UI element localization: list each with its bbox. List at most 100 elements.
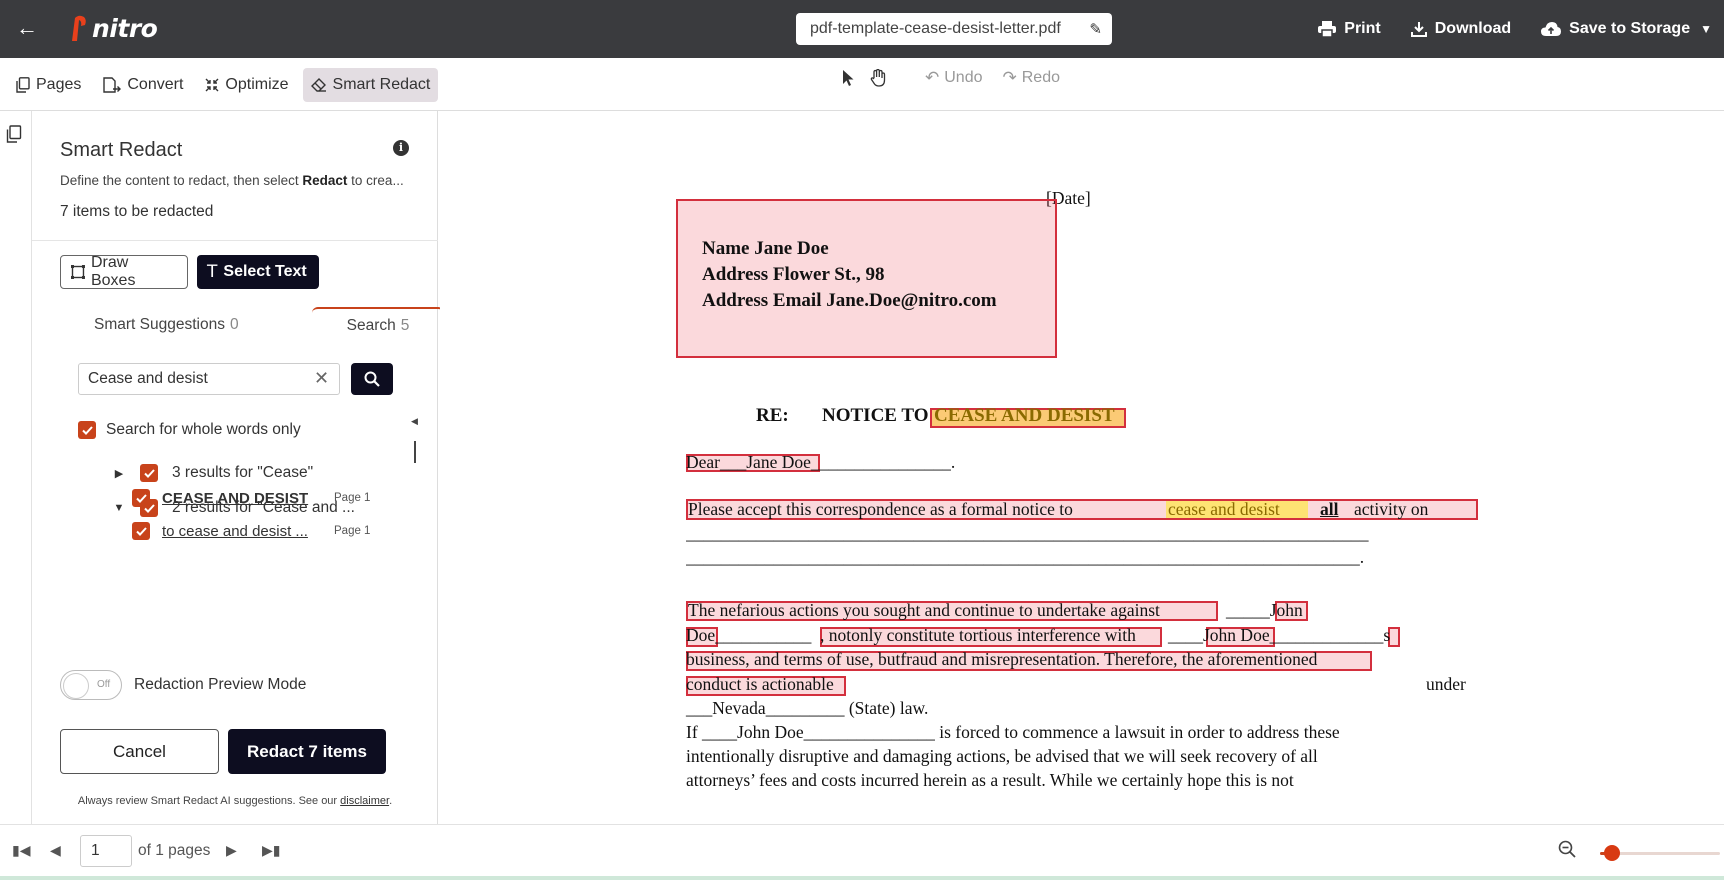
select-text-label: Select Text bbox=[223, 263, 307, 280]
tab-suggestions-label: Smart Suggestions bbox=[94, 316, 225, 333]
draw-box-icon bbox=[71, 265, 85, 279]
zoom-slider-thumb[interactable] bbox=[1604, 845, 1620, 861]
print-button[interactable]: Print bbox=[1318, 20, 1381, 38]
collapse-panel-icon[interactable]: ◀ bbox=[411, 416, 418, 427]
download-button[interactable]: Download bbox=[1410, 20, 1511, 38]
doc-address-line: Name Jane Doe bbox=[702, 238, 829, 259]
result-item[interactable]: to cease and desist ... Page 1 bbox=[132, 522, 370, 540]
back-arrow-icon[interactable]: ← bbox=[16, 17, 38, 39]
doc-p2-l5: ___Nevada_________ (State) law. bbox=[686, 698, 929, 718]
redo-icon: ↷ bbox=[1002, 68, 1017, 87]
disclaimer-suffix: . bbox=[389, 795, 393, 807]
doc-p2-l1a: The nefarious actions you sought and con… bbox=[688, 600, 1160, 620]
doc-p1-line3: ________________________________________… bbox=[686, 547, 1365, 567]
top-bar: ← nitro pdf-template-cease-desist-letter… bbox=[0, 0, 1724, 58]
zoom-slider[interactable] bbox=[1600, 845, 1720, 861]
optimize-label: Optimize bbox=[225, 76, 289, 93]
disclaimer-text: Always review Smart Redact AI suggestion… bbox=[32, 795, 438, 807]
result-group-checkbox[interactable] bbox=[140, 464, 158, 482]
doc-address-line: Address Email Jane.Doe@nitro.com bbox=[702, 290, 997, 311]
draw-boxes-button[interactable]: Draw Boxes bbox=[60, 254, 188, 289]
search-input[interactable] bbox=[78, 363, 340, 395]
disclaimer-link[interactable]: disclaimer bbox=[340, 795, 389, 807]
preview-mode-toggle[interactable]: Off bbox=[60, 670, 122, 700]
search-icon bbox=[364, 371, 380, 387]
filename-field[interactable]: pdf-template-cease-desist-letter.pdf ✎ bbox=[796, 13, 1112, 45]
undo-icon: ↶ bbox=[925, 68, 940, 87]
zoom-out-icon[interactable] bbox=[1558, 840, 1576, 858]
doc-p2-l2a: Doe___________ bbox=[686, 625, 812, 645]
check-icon bbox=[135, 493, 147, 503]
whole-words-label: Search for whole words only bbox=[106, 421, 301, 438]
clear-search-icon[interactable]: ✕ bbox=[314, 368, 329, 389]
page-count-label: of 1 pages bbox=[138, 842, 211, 859]
result-item-checkbox[interactable] bbox=[132, 489, 150, 507]
whole-words-option[interactable]: Search for whole words only bbox=[78, 421, 301, 439]
page-navigation-bar: ▮◀ ◀ of 1 pages ▶ ▶▮ bbox=[0, 824, 1724, 880]
tab-suggestions-count: 0 bbox=[229, 316, 239, 333]
tab-search-count: 5 bbox=[400, 317, 410, 334]
undo-button[interactable]: ↶ Undo bbox=[925, 68, 983, 88]
preview-mode-label: Redaction Preview Mode bbox=[134, 676, 307, 693]
smart-redact-button[interactable]: Smart Redact bbox=[302, 68, 439, 102]
logo-text: nitro bbox=[92, 13, 158, 43]
download-icon bbox=[1410, 22, 1427, 37]
next-page-icon[interactable]: ▶ bbox=[226, 842, 237, 859]
result-item[interactable]: CEASE AND DESIST Page 1 bbox=[132, 489, 370, 507]
last-page-icon[interactable]: ▶▮ bbox=[262, 842, 280, 859]
chevron-down-icon[interactable]: ▼ bbox=[1700, 22, 1712, 36]
page-number-input[interactable] bbox=[80, 835, 132, 867]
panel-title: Smart Redact bbox=[60, 139, 183, 161]
caret-down-icon[interactable]: ▼ bbox=[112, 502, 126, 514]
cancel-button[interactable]: Cancel bbox=[60, 729, 219, 774]
toggle-knob bbox=[63, 673, 89, 699]
pages-icon bbox=[16, 77, 30, 93]
doc-re: RE: bbox=[756, 405, 789, 426]
result-item-checkbox[interactable] bbox=[132, 522, 150, 540]
result-group-cease[interactable]: ▶ 3 results for "Cease" bbox=[112, 464, 313, 482]
tab-search[interactable]: Search 5 bbox=[312, 307, 444, 343]
redo-label: Redo bbox=[1021, 69, 1060, 86]
redact-button[interactable]: Redact 7 items bbox=[228, 729, 386, 774]
pointer-icon[interactable] bbox=[842, 69, 856, 87]
select-text-button[interactable]: T Select Text bbox=[197, 255, 319, 289]
cloud-upload-icon bbox=[1541, 22, 1562, 36]
thumbnails-icon[interactable] bbox=[6, 125, 22, 143]
smart-redact-panel: Smart Redact i Define the content to red… bbox=[32, 111, 444, 824]
pencil-icon[interactable]: ✎ bbox=[1089, 20, 1102, 38]
doc-p2-l3: business, and terms of use, butfraud and… bbox=[686, 649, 1318, 669]
doc-p2-l2b: , notonly constitute tortious interferen… bbox=[820, 625, 1136, 645]
pages-button[interactable]: Pages bbox=[8, 68, 89, 102]
tab-smart-suggestions[interactable]: Smart Suggestions 0 bbox=[94, 307, 239, 343]
redo-button[interactable]: ↷ Redo bbox=[1003, 68, 1061, 88]
previous-page-icon[interactable]: ◀ bbox=[50, 842, 61, 859]
window-edge bbox=[0, 876, 1724, 880]
doc-p2-l2c: ____John Doe_____________s bbox=[1168, 625, 1391, 645]
disclaimer-prefix: Always review Smart Redact AI suggestion… bbox=[77, 795, 341, 807]
print-label: Print bbox=[1344, 20, 1381, 37]
preview-mode-row: Off Redaction Preview Mode bbox=[60, 670, 306, 700]
tab-search-label: Search bbox=[346, 317, 396, 334]
caret-right-icon[interactable]: ▶ bbox=[112, 467, 126, 480]
whole-words-checkbox[interactable] bbox=[78, 421, 96, 439]
doc-p2-l4b: under bbox=[1426, 674, 1466, 694]
doc-notice-highlight: CEASE AND DESIST bbox=[934, 405, 1115, 426]
result-item-text[interactable]: to cease and desist ... bbox=[162, 523, 310, 540]
optimize-button[interactable]: Optimize bbox=[197, 68, 296, 102]
save-to-storage-button[interactable]: Save to Storage ▼ bbox=[1541, 20, 1712, 38]
convert-icon bbox=[103, 77, 122, 93]
search-button[interactable] bbox=[351, 363, 393, 395]
nitro-flame-icon bbox=[72, 15, 86, 41]
hand-icon[interactable] bbox=[870, 69, 887, 87]
result-item-text[interactable]: CEASE AND DESIST bbox=[162, 490, 310, 507]
doc-p2-l4a: conduct is actionable bbox=[686, 674, 834, 694]
doc-p3-l1: If ____John Doe_______________ is forced… bbox=[686, 722, 1340, 742]
convert-button[interactable]: Convert bbox=[95, 68, 191, 102]
pages-label: Pages bbox=[36, 76, 82, 93]
first-page-icon[interactable]: ▮◀ bbox=[12, 842, 30, 859]
doc-p3-l2: intentionally disruptive and damaging ac… bbox=[686, 746, 1318, 766]
check-icon bbox=[143, 468, 155, 478]
nitro-logo[interactable]: nitro bbox=[66, 12, 158, 44]
info-icon[interactable]: i bbox=[393, 140, 409, 156]
panel-resize-handle[interactable] bbox=[414, 441, 416, 463]
